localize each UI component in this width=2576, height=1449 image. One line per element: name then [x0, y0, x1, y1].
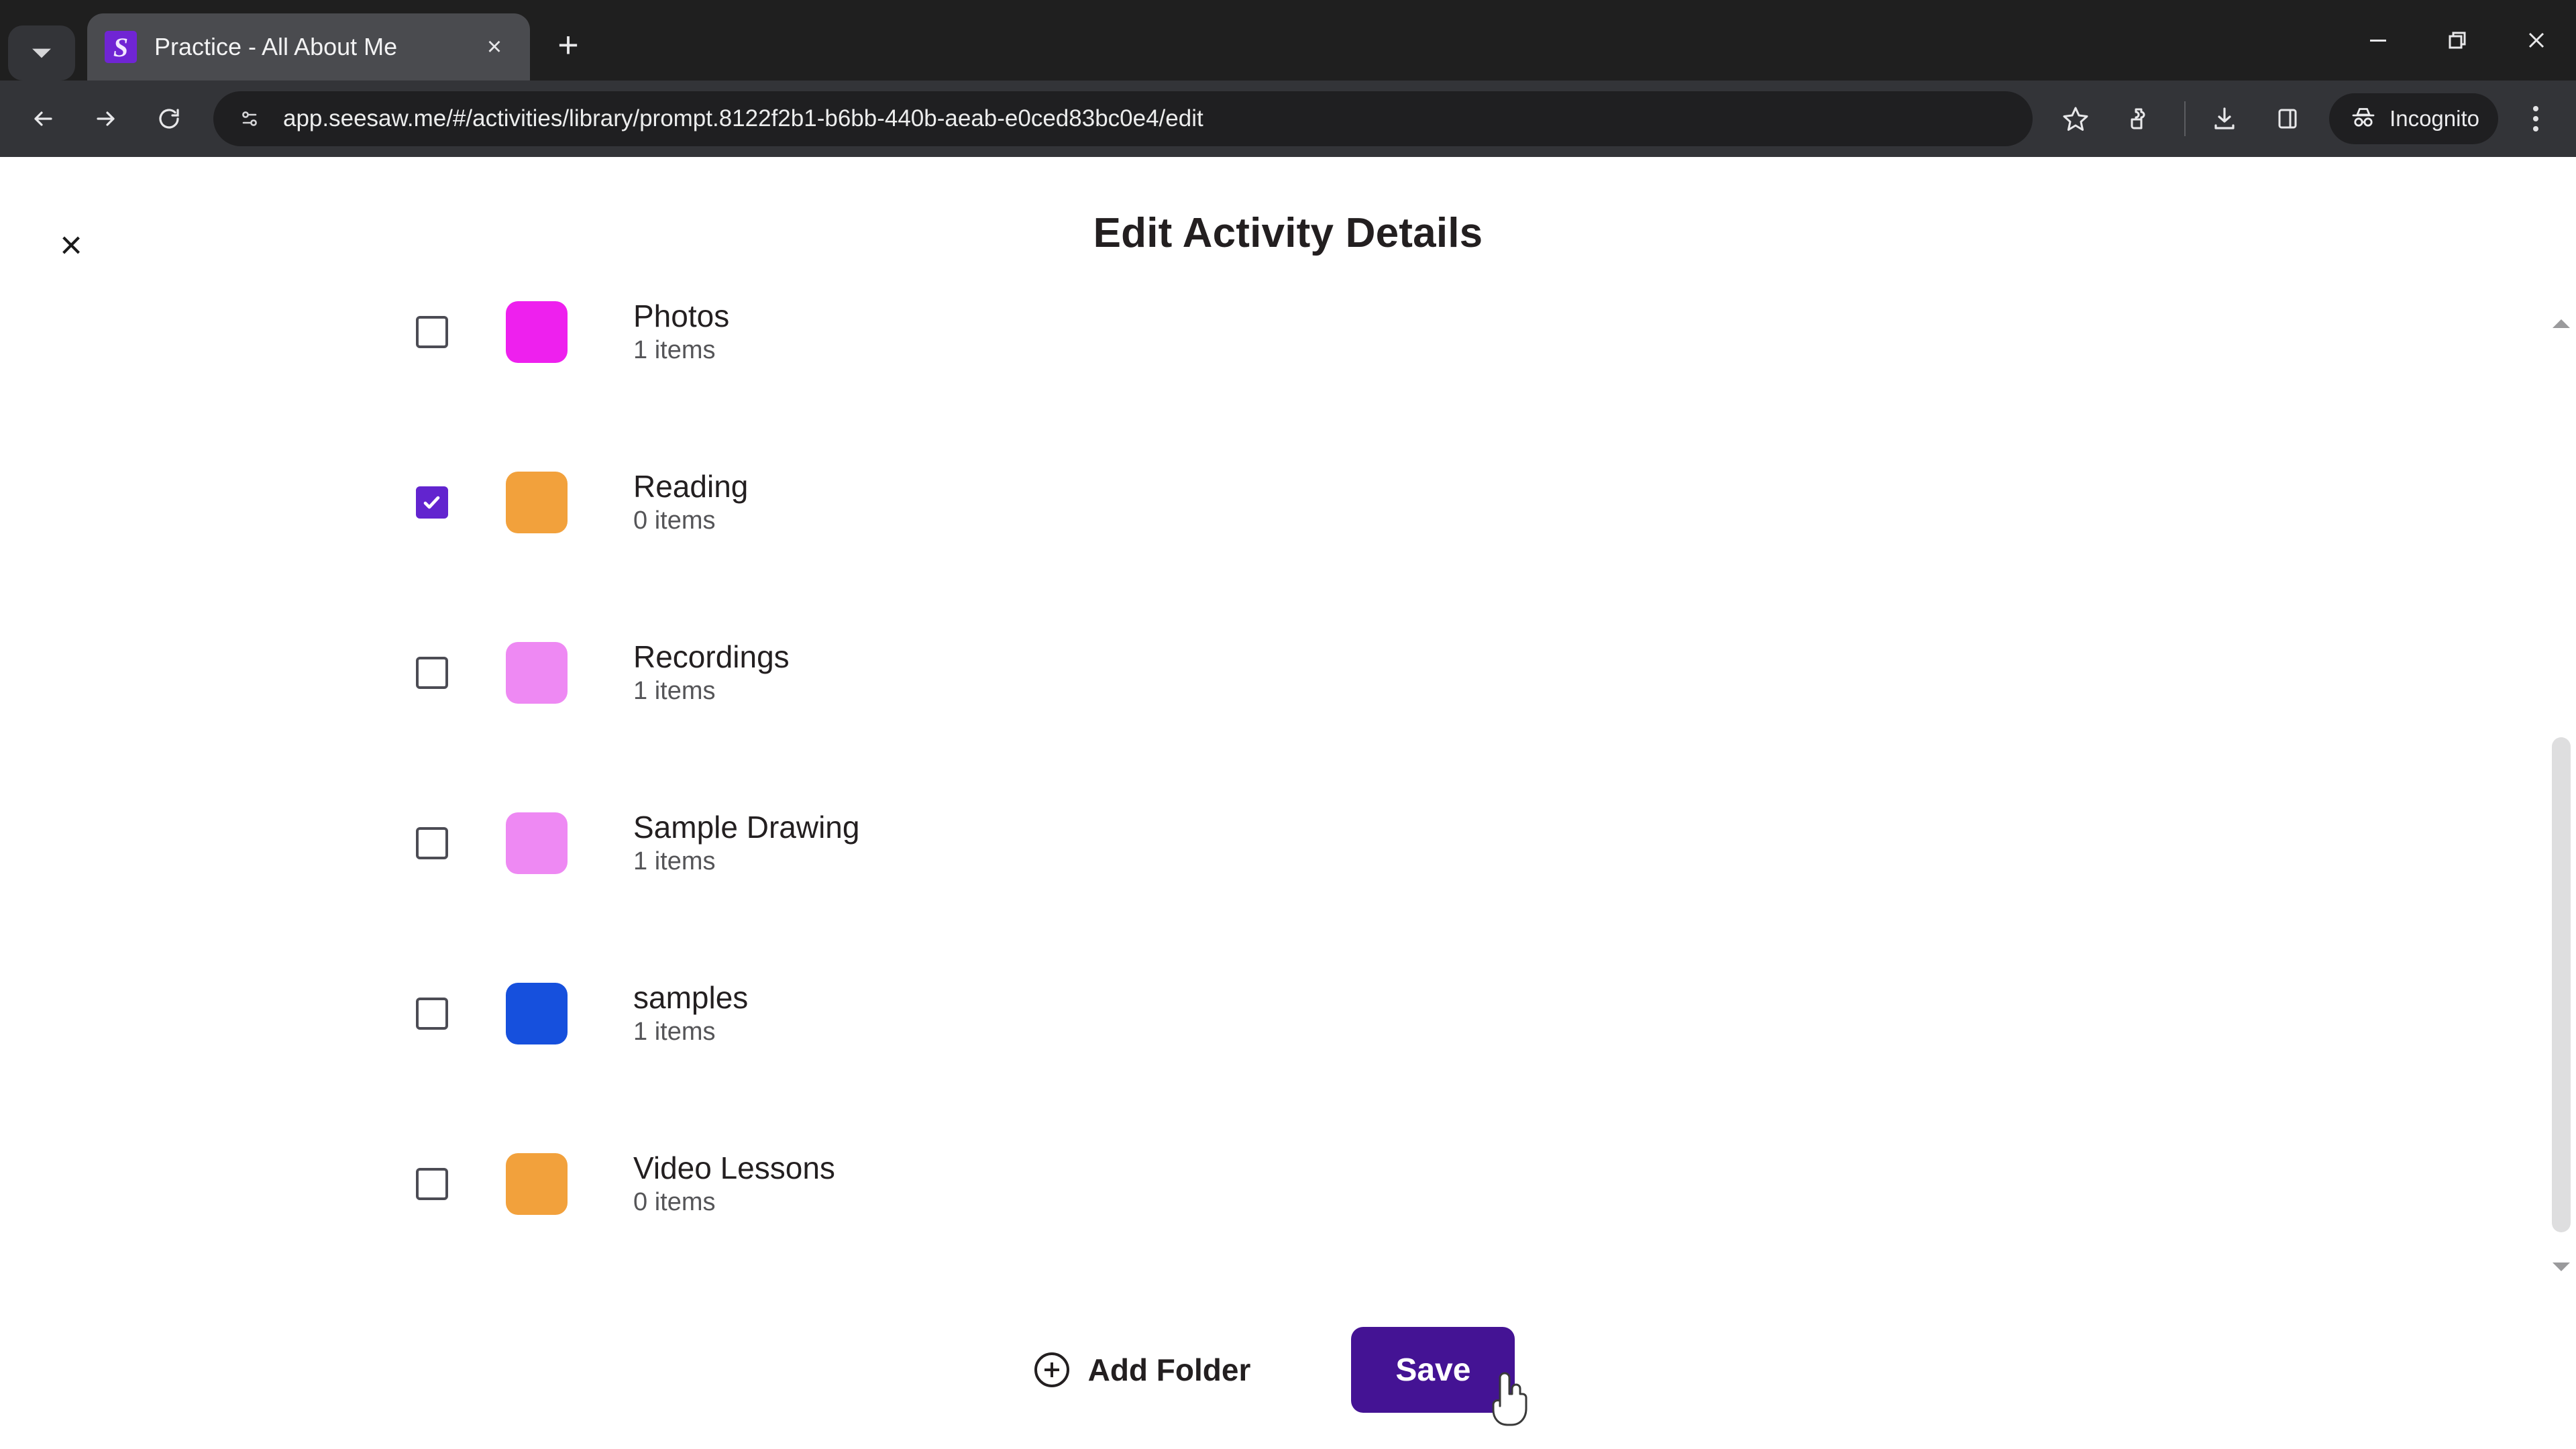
url-text: app.seesaw.me/#/activities/library/promp… — [283, 105, 1203, 131]
folder-row[interactable]: Reading 0 items — [0, 417, 2549, 588]
folder-checkbox[interactable] — [416, 827, 448, 859]
maximize-restore-button[interactable] — [2418, 0, 2497, 80]
folder-checkbox[interactable] — [416, 998, 448, 1030]
side-panel-icon[interactable] — [2259, 91, 2316, 147]
folder-row[interactable]: Video Lessons 0 items — [0, 1099, 2549, 1269]
folder-row[interactable]: Photos 1 items — [0, 291, 2549, 417]
edit-activity-modal: × Edit Activity Details Photos 1 items Rea… — [0, 157, 2576, 1449]
modal-footer: Add Folder Save — [0, 1327, 2549, 1413]
folder-list: Photos 1 items Reading 0 items Recordings 1 i… — [0, 291, 2549, 1269]
folder-color-swatch — [506, 983, 568, 1044]
incognito-indicator[interactable]: Incognito — [2329, 93, 2498, 144]
browser-toolbar: app.seesaw.me/#/activities/library/promp… — [0, 80, 2576, 157]
browser-window: S Practice - All About Me × + app.seesaw… — [0, 0, 2576, 1449]
folder-color-swatch — [506, 472, 568, 533]
folder-meta: Reading 0 items — [633, 470, 748, 535]
folder-item-count: 0 items — [633, 1188, 716, 1217]
folder-color-swatch — [506, 301, 568, 363]
site-settings-icon[interactable] — [231, 100, 268, 138]
folder-name: Reading — [633, 468, 749, 504]
forward-arrow-icon[interactable] — [78, 91, 134, 147]
new-tab-button[interactable]: + — [546, 23, 590, 67]
toolbar-actions: Incognito — [2047, 91, 2561, 147]
download-icon[interactable] — [2196, 91, 2253, 147]
minimize-button[interactable] — [2339, 0, 2418, 80]
address-bar[interactable]: app.seesaw.me/#/activities/library/promp… — [213, 91, 2033, 146]
kebab-menu-icon[interactable] — [2510, 93, 2561, 144]
folder-meta: Sample Drawing 1 items — [633, 811, 859, 875]
incognito-hat-icon — [2348, 102, 2379, 136]
plus-circle-icon — [1034, 1352, 1069, 1387]
seesaw-favicon-icon: S — [105, 31, 137, 63]
folder-meta: Video Lessons 0 items — [633, 1152, 835, 1216]
window-controls — [2339, 0, 2576, 80]
back-arrow-icon[interactable] — [15, 91, 71, 147]
scroll-up-arrow-icon[interactable] — [2546, 309, 2576, 338]
close-window-button[interactable] — [2497, 0, 2576, 80]
star-icon[interactable] — [2047, 91, 2104, 147]
folder-name: Video Lessons — [633, 1150, 835, 1185]
tab-title: Practice - All About Me — [154, 33, 398, 60]
folder-meta: Photos 1 items — [633, 300, 729, 364]
folder-color-swatch — [506, 642, 568, 704]
tab-search-button[interactable] — [8, 25, 75, 80]
folder-meta: samples 1 items — [633, 981, 748, 1046]
save-button[interactable]: Save — [1351, 1327, 1515, 1413]
folder-row[interactable]: samples 1 items — [0, 928, 2549, 1099]
folder-name: Recordings — [633, 639, 790, 674]
folder-item-count: 1 items — [633, 677, 716, 706]
add-folder-label: Add Folder — [1087, 1352, 1251, 1387]
scrollbar-thumb[interactable] — [2552, 737, 2571, 1232]
vertical-scrollbar[interactable] — [2546, 291, 2576, 1425]
folder-name: Photos — [633, 298, 730, 333]
folder-checkbox[interactable] — [416, 657, 448, 689]
browser-tab[interactable]: S Practice - All About Me × — [87, 13, 530, 80]
folder-item-count: 0 items — [633, 506, 716, 535]
folder-meta: Recordings 1 items — [633, 641, 790, 705]
incognito-label: Incognito — [2390, 106, 2479, 131]
folder-row[interactable]: Sample Drawing 1 items — [0, 758, 2549, 928]
scroll-down-arrow-icon[interactable] — [2546, 1252, 2576, 1281]
folder-checkbox[interactable] — [416, 316, 448, 348]
folder-name: Sample Drawing — [633, 809, 860, 845]
reload-icon[interactable] — [141, 91, 197, 147]
folder-list-scroll-area[interactable]: Photos 1 items Reading 0 items Recordings 1 i… — [0, 291, 2549, 1425]
folder-checkbox[interactable] — [416, 1168, 448, 1200]
folder-checkbox[interactable] — [416, 486, 448, 519]
chevron-down-icon — [32, 48, 51, 58]
tab-close-icon[interactable]: × — [476, 29, 513, 65]
tab-strip: S Practice - All About Me × + — [0, 0, 2576, 80]
folder-color-swatch — [506, 1153, 568, 1215]
toolbar-divider — [2184, 101, 2186, 136]
puzzle-piece-icon[interactable] — [2110, 91, 2167, 147]
folder-item-count: 1 items — [633, 1018, 716, 1046]
folder-name: samples — [633, 979, 749, 1015]
folder-item-count: 1 items — [633, 847, 716, 876]
folder-item-count: 1 items — [633, 336, 716, 365]
folder-row[interactable]: Recordings 1 items — [0, 588, 2549, 758]
folder-color-swatch — [506, 812, 568, 874]
page-title: Edit Activity Details — [1093, 210, 1483, 256]
add-folder-button[interactable]: Add Folder — [1034, 1352, 1251, 1388]
